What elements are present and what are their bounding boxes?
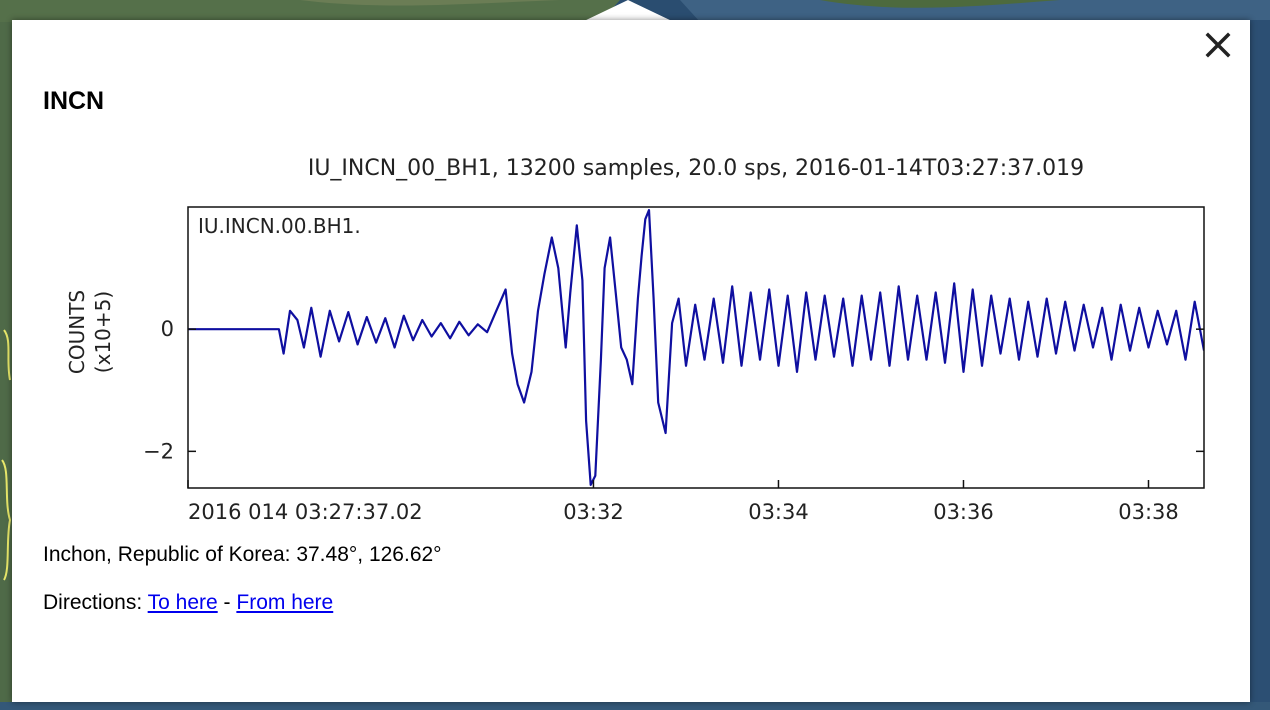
to-here-link[interactable]: To here (148, 591, 218, 614)
location-text: Inchon, Republic of Korea: 37.48°, 126.6… (43, 543, 442, 566)
station-title: INCN (43, 87, 105, 115)
y-tick-label-0: 0 (161, 317, 174, 341)
close-button[interactable] (1203, 30, 1233, 60)
plot-frame (187, 206, 1205, 489)
y-axis-label: COUNTS (65, 290, 89, 374)
directions-separator: - (217, 591, 237, 614)
chart-title: IU_INCN_00_BH1, 13200 samples, 20.0 sps,… (308, 156, 1084, 181)
directions-line: Directions: To here - From here (43, 591, 333, 615)
x-tick-label-1: 03:32 (563, 500, 624, 524)
seismogram-chart: IU_INCN_00_BH1, 13200 samples, 20.0 sps,… (65, 156, 1205, 524)
directions-label: Directions: (43, 591, 148, 614)
x-tick-label-2: 03:34 (748, 500, 809, 524)
balloon-pointer (582, 0, 674, 22)
x-tick-label-0: 2016 014 03:27:37.02 (188, 500, 423, 524)
series-line-0 (188, 208, 1204, 486)
y-axis-units: (x10+5) (91, 291, 115, 373)
inset-trace-label: IU.INCN.00.BH1. (198, 214, 361, 238)
x-tick-label-4: 03:38 (1118, 500, 1179, 524)
close-icon (1205, 32, 1231, 58)
from-here-link[interactable]: From here (236, 591, 333, 614)
x-tick-label-3: 03:36 (933, 500, 994, 524)
y-tick-label-1: −2 (143, 439, 174, 463)
